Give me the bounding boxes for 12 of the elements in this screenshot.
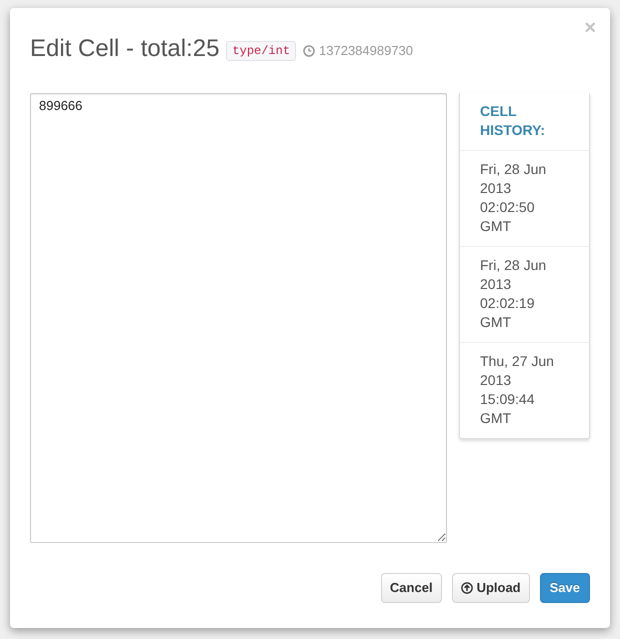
cancel-button[interactable]: Cancel <box>380 573 442 603</box>
cell-value-field[interactable]: 899666 <box>30 93 447 543</box>
history-heading: CELL HISTORY: <box>480 102 546 140</box>
dialog-title: Edit Cell - total:25 <box>30 35 220 63</box>
type-label: type/int <box>226 40 296 60</box>
timestamp: 1372384989730 <box>319 42 414 60</box>
history-entry: Fri, 28 Jun 2013 02:02:50 GMT <box>480 160 548 236</box>
circled-up-arrow-icon <box>460 582 473 594</box>
clock-icon <box>303 44 316 56</box>
history-entry: Fri, 28 Jun 2013 02:02:19 GMT <box>480 256 548 332</box>
history-entry: Thu, 27 Jun 2013 15:09:44 GMT <box>480 352 555 428</box>
upload-button[interactable]: Upload <box>452 573 530 603</box>
